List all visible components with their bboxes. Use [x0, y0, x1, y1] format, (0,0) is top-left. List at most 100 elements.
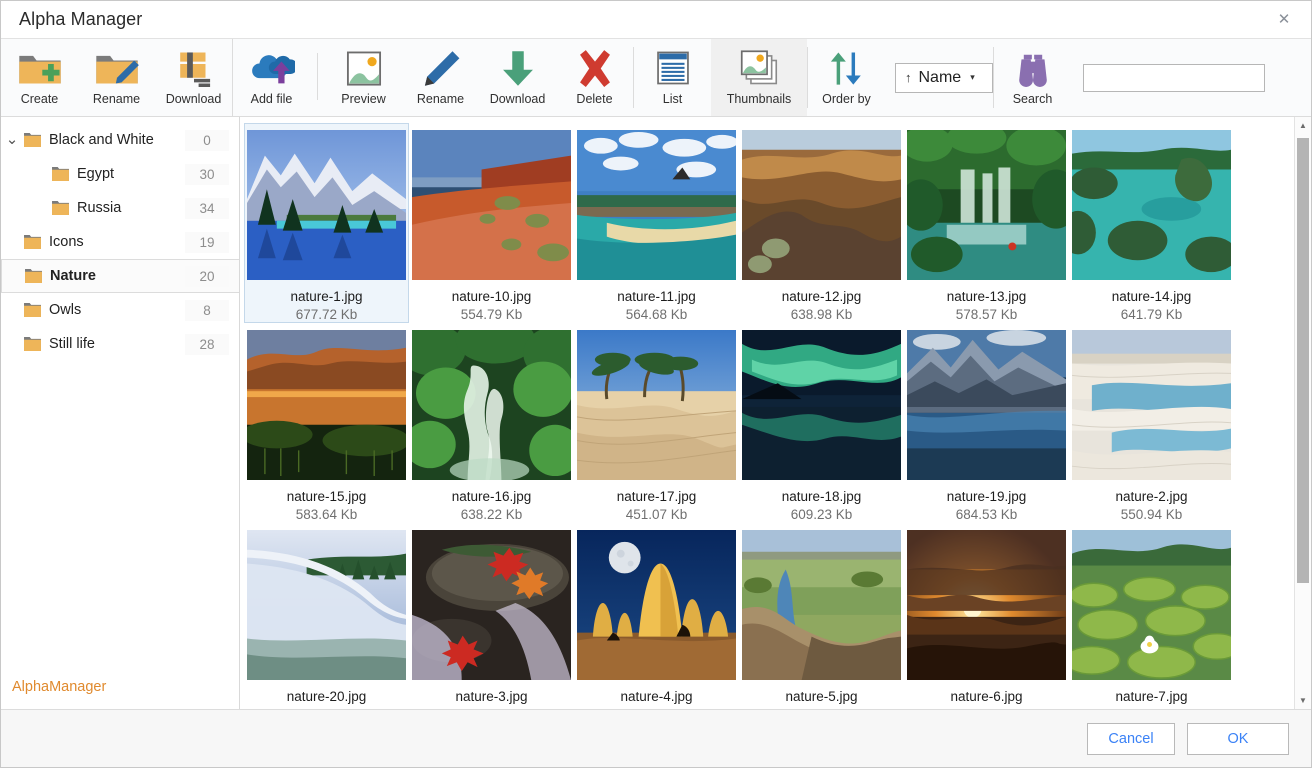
file-tile[interactable]: nature-5.jpg 759.53 Kb: [739, 523, 904, 709]
thumbnails-view-icon: [736, 48, 782, 90]
file-name: nature-20.jpg: [286, 689, 367, 704]
delete-button[interactable]: Delete: [556, 39, 633, 116]
file-name: nature-17.jpg: [616, 489, 697, 504]
sidebar-item-owls[interactable]: Owls 8: [1, 293, 239, 327]
file-name: nature-10.jpg: [451, 289, 532, 304]
file-name: nature-16.jpg: [451, 489, 532, 504]
sidebar-item-icons[interactable]: Icons 19: [1, 225, 239, 259]
dialog-footer: Cancel OK: [1, 709, 1311, 767]
create-button[interactable]: Create: [1, 39, 78, 116]
file-tile[interactable]: nature-12.jpg 638.98 Kb: [739, 123, 904, 323]
add-file-button[interactable]: Add file: [233, 39, 310, 116]
scrollbar-thumb[interactable]: [1297, 138, 1309, 583]
download-folder-button[interactable]: Download: [155, 39, 232, 116]
cancel-button[interactable]: Cancel: [1087, 722, 1175, 755]
vertical-scrollbar[interactable]: ▲ ▼: [1294, 117, 1311, 709]
folder-icon: [23, 132, 42, 148]
file-tile[interactable]: nature-1.jpg 677.72 Kb: [244, 123, 409, 323]
file-thumbnail: [742, 530, 901, 680]
sidebar-item-still-life[interactable]: Still life 28: [1, 327, 239, 361]
file-tile[interactable]: nature-6.jpg 589.86 Kb: [904, 523, 1069, 709]
download-file-button[interactable]: Download: [479, 39, 556, 116]
cloud-upload-icon: [249, 48, 295, 90]
preview-button[interactable]: Preview: [325, 39, 402, 116]
file-tile[interactable]: nature-2.jpg 550.94 Kb: [1069, 323, 1234, 523]
sort-value: Name: [918, 68, 962, 86]
file-name: nature-7.jpg: [1115, 689, 1188, 704]
binoculars-icon: [1010, 48, 1056, 90]
folder-icon: [23, 234, 42, 250]
file-thumbnail: [907, 530, 1066, 680]
brand-label: AlphaManager: [12, 679, 107, 695]
thumbnails-view-label: Thumbnails: [726, 92, 792, 106]
red-x-icon: [572, 48, 618, 90]
sidebar-item-label: Nature: [50, 268, 96, 284]
file-thumbnail: [742, 130, 901, 280]
search-input[interactable]: [1083, 63, 1265, 92]
sidebar-item-russia[interactable]: Russia 34: [1, 191, 239, 225]
toolbar-group-folder-actions: Create Rename Download: [1, 39, 232, 116]
file-thumbnail: [907, 130, 1066, 280]
file-tile[interactable]: nature-19.jpg 684.53 Kb: [904, 323, 1069, 523]
file-name: nature-6.jpg: [950, 689, 1023, 704]
file-tile[interactable]: nature-16.jpg 638.22 Kb: [409, 323, 574, 523]
file-size: 451.07 Kb: [625, 507, 688, 522]
file-size: 550.94 Kb: [1120, 507, 1183, 522]
sidebar-item-count: 19: [185, 231, 229, 253]
sidebar-item-label: Black and White: [49, 132, 154, 148]
file-tile[interactable]: nature-3.jpg 630.69 Kb: [409, 523, 574, 709]
sort-select[interactable]: ↑ Name ▾: [895, 62, 993, 93]
scrollbar-track[interactable]: [1295, 134, 1311, 692]
file-tile[interactable]: nature-11.jpg 564.68 Kb: [574, 123, 739, 323]
file-tile[interactable]: nature-10.jpg 554.79 Kb: [409, 123, 574, 323]
file-name: nature-5.jpg: [785, 689, 858, 704]
file-thumbnail: [247, 530, 406, 680]
sidebar-item-label: Icons: [49, 234, 84, 250]
scroll-up-button[interactable]: ▲: [1295, 117, 1311, 134]
folder-sidebar: ⌄ Black and White 0 Egypt 30 Russia 34 Icons 19 N…: [1, 117, 240, 709]
file-thumbnail: [247, 330, 406, 480]
search-button[interactable]: Search: [994, 39, 1071, 116]
file-name: nature-2.jpg: [1115, 489, 1188, 504]
sidebar-item-label: Still life: [49, 336, 95, 352]
rename-file-label: Rename: [416, 92, 465, 106]
file-thumbnail: [1072, 130, 1231, 280]
rename-folder-button[interactable]: Rename: [78, 39, 155, 116]
file-size: 677.72 Kb: [295, 307, 358, 322]
list-view-button[interactable]: List: [634, 39, 711, 116]
file-tile[interactable]: nature-17.jpg 451.07 Kb: [574, 323, 739, 523]
thumbnails-view-button[interactable]: Thumbnails: [711, 39, 807, 116]
close-icon[interactable]: ✕: [1261, 4, 1307, 34]
chevron-down-icon[interactable]: ⌄: [1, 132, 23, 147]
file-tile[interactable]: nature-20.jpg 592.92 Kb: [244, 523, 409, 709]
file-grid-panel: nature-1.jpg 677.72 Kb nature-10.jpg 554.79…: [240, 117, 1311, 709]
sidebar-item-black-and-white[interactable]: ⌄ Black and White 0: [1, 123, 239, 157]
file-name: nature-11.jpg: [617, 289, 696, 304]
sidebar-item-count: 20: [185, 265, 229, 287]
file-tile[interactable]: nature-7.jpg 779.44 Kb: [1069, 523, 1234, 709]
sidebar-item-egypt[interactable]: Egypt 30: [1, 157, 239, 191]
folder-icon: [51, 166, 70, 182]
file-name: nature-18.jpg: [781, 489, 862, 504]
sidebar-item-count: 0: [185, 129, 229, 151]
file-size: 779.44 Kb: [1121, 707, 1183, 709]
file-tile[interactable]: nature-4.jpg 580.67 Kb: [574, 523, 739, 709]
scroll-down-button[interactable]: ▼: [1295, 692, 1311, 709]
toolbar-group-search: Search: [994, 39, 1265, 116]
sort-direction-icon: ↑: [905, 70, 912, 85]
file-tile[interactable]: nature-13.jpg 578.57 Kb: [904, 123, 1069, 323]
file-tile[interactable]: nature-14.jpg 641.79 Kb: [1069, 123, 1234, 323]
order-by-button[interactable]: Order by: [808, 39, 885, 116]
file-tile[interactable]: nature-18.jpg 609.23 Kb: [739, 323, 904, 523]
rename-file-button[interactable]: Rename: [402, 39, 479, 116]
sidebar-item-nature[interactable]: Nature 20: [1, 259, 239, 293]
file-thumbnail: [577, 530, 736, 680]
file-size: 592.92 Kb: [296, 707, 358, 709]
file-tile[interactable]: nature-15.jpg 583.64 Kb: [244, 323, 409, 523]
folder-icon: [23, 302, 42, 318]
download-arrow-icon: [495, 48, 541, 90]
file-thumbnail: [1072, 530, 1231, 680]
file-size: 641.79 Kb: [1120, 307, 1183, 322]
ok-button[interactable]: OK: [1187, 722, 1289, 755]
file-size: 638.98 Kb: [790, 307, 853, 322]
